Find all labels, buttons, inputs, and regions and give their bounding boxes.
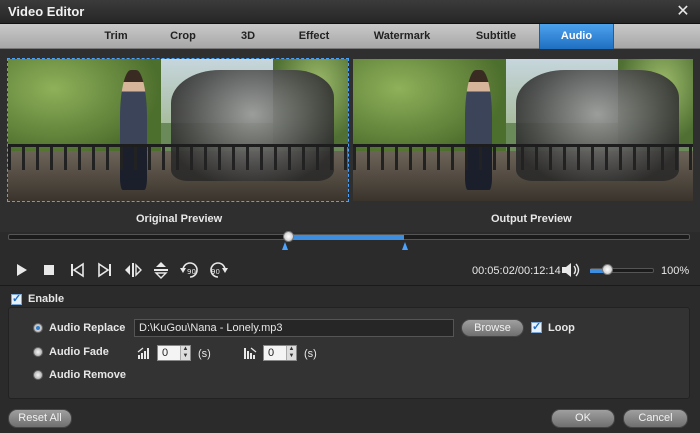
title-bar: Video Editor ✕ <box>0 0 700 24</box>
fade-out-stepper[interactable]: 0 ▲ ▼ <box>263 345 297 361</box>
loop-checkbox[interactable] <box>531 320 542 333</box>
tab-trim[interactable]: Trim <box>80 24 152 49</box>
previous-frame-icon[interactable] <box>66 259 88 281</box>
tab-audio[interactable]: Audio <box>539 24 614 49</box>
audio-remove-label: Audio Remove <box>49 369 127 381</box>
fade-out-icon <box>243 346 257 360</box>
original-preview-video <box>7 58 349 202</box>
window-title: Video Editor <box>8 4 85 19</box>
play-icon[interactable] <box>10 259 32 281</box>
audio-file-path-input[interactable] <box>134 319 454 337</box>
enable-label: Enable <box>28 293 65 305</box>
volume-percent: 100% <box>661 265 690 277</box>
audio-fade-label: Audio Fade <box>49 346 109 358</box>
fade-out-arrows[interactable]: ▲ ▼ <box>286 346 296 360</box>
flip-vertical-icon[interactable] <box>150 259 172 281</box>
tab-subtitle[interactable]: Subtitle <box>458 24 534 49</box>
time-readout: 00:05:02/00:12:14 <box>472 265 561 277</box>
tab-crop[interactable]: Crop <box>148 24 218 49</box>
fade-out-unit: (s) <box>304 348 317 360</box>
reset-all-button[interactable]: Reset All <box>8 409 72 428</box>
close-icon[interactable]: ✕ <box>672 2 694 22</box>
fade-in-value: 0 <box>162 347 169 359</box>
audio-fade-radio[interactable] <box>33 347 43 357</box>
fade-in-unit: (s) <box>198 348 211 360</box>
stop-icon[interactable] <box>38 259 60 281</box>
tab-effect[interactable]: Effect <box>278 24 350 49</box>
trim-start-marker[interactable] <box>282 242 288 250</box>
fade-out-value: 0 <box>268 347 275 359</box>
tab-bar: Trim Crop 3D Effect Watermark Subtitle A… <box>0 24 700 49</box>
audio-replace-radio[interactable] <box>33 323 43 333</box>
enable-checkbox[interactable] <box>11 292 22 305</box>
fade-in-stepper[interactable]: 0 ▲ ▼ <box>157 345 191 361</box>
next-frame-icon[interactable] <box>94 259 116 281</box>
tab-3d[interactable]: 3D <box>214 24 282 49</box>
loop-label: Loop <box>548 322 575 334</box>
rotate-right-label: 90 <box>211 268 220 276</box>
cancel-button[interactable]: Cancel <box>623 409 688 428</box>
rotate-left-90-icon[interactable]: 90 <box>178 259 202 281</box>
volume-icon[interactable] <box>560 261 582 279</box>
fade-in-arrows[interactable]: ▲ ▼ <box>180 346 190 360</box>
ok-button[interactable]: OK <box>551 409 615 428</box>
tab-watermark[interactable]: Watermark <box>358 24 446 49</box>
trim-end-marker[interactable] <box>402 242 408 250</box>
rotate-left-label: 90 <box>187 268 196 276</box>
original-preview-label: Original Preview <box>136 213 223 225</box>
timeline-selected-range <box>288 235 404 240</box>
flip-horizontal-icon[interactable] <box>122 259 144 281</box>
audio-replace-label: Audio Replace <box>49 322 126 334</box>
output-preview-label: Output Preview <box>491 213 572 225</box>
browse-button[interactable]: Browse <box>461 319 524 337</box>
rotate-right-90-icon[interactable]: 90 <box>206 259 230 281</box>
timeline-playhead[interactable] <box>283 231 294 242</box>
volume-thumb[interactable] <box>602 264 613 275</box>
output-preview-video <box>353 59 693 201</box>
fade-in-icon <box>137 346 151 360</box>
audio-remove-radio[interactable] <box>33 370 43 380</box>
divider <box>0 285 700 286</box>
